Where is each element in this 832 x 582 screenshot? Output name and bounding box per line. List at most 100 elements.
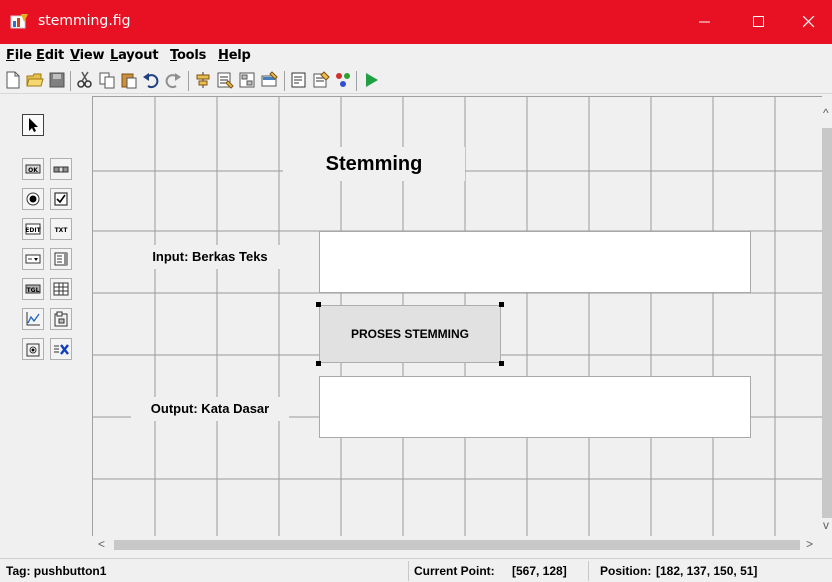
toggle-button-icon: TGL bbox=[25, 284, 41, 294]
save-icon[interactable] bbox=[48, 71, 66, 89]
palette-panel[interactable] bbox=[50, 308, 72, 330]
palette-radio-button[interactable] bbox=[22, 188, 44, 210]
menu-tools[interactable]: Tools bbox=[170, 48, 206, 63]
layout-canvas[interactable]: Stemming Input: Berkas Teks PROSES STEMM… bbox=[92, 96, 822, 536]
scroll-down-arrow[interactable]: v bbox=[823, 518, 829, 532]
checkbox-icon bbox=[54, 192, 68, 206]
palette-table[interactable] bbox=[50, 278, 72, 300]
output-edit-box[interactable] bbox=[319, 376, 751, 438]
input-label[interactable]: Input: Berkas Teks bbox=[131, 245, 289, 269]
toolbar-editor-icon[interactable] bbox=[260, 71, 278, 89]
menu-tools-label: ools bbox=[176, 48, 207, 63]
selection-handle[interactable] bbox=[316, 361, 321, 366]
align-icon[interactable] bbox=[194, 71, 212, 89]
axes-icon bbox=[26, 312, 40, 326]
palette-static-text[interactable]: TXT bbox=[50, 218, 72, 240]
close-icon bbox=[803, 16, 815, 28]
minimize-button[interactable] bbox=[682, 0, 728, 44]
horizontal-scroll-thumb[interactable] bbox=[114, 540, 800, 550]
toolbar-separator bbox=[188, 71, 189, 91]
svg-text:OK: OK bbox=[28, 167, 38, 174]
popup-menu-icon bbox=[25, 254, 41, 264]
title-bar: stemming.fig bbox=[0, 0, 832, 44]
run-icon[interactable] bbox=[362, 71, 380, 89]
app-figure-icon bbox=[10, 14, 28, 29]
activex-icon bbox=[54, 344, 69, 355]
output-label[interactable]: Output: Kata Dasar bbox=[131, 397, 289, 421]
vertical-scrollbar[interactable]: ^ v bbox=[822, 96, 832, 536]
menu-tools-accel: T bbox=[170, 48, 177, 63]
paste-icon[interactable] bbox=[120, 71, 138, 89]
palette-listbox[interactable] bbox=[50, 248, 72, 270]
selection-handle[interactable] bbox=[316, 302, 321, 307]
copy-icon[interactable] bbox=[98, 71, 116, 89]
palette-toggle-button[interactable]: TGL bbox=[22, 278, 44, 300]
maximize-button[interactable] bbox=[736, 0, 782, 44]
palette-button-group[interactable] bbox=[22, 338, 44, 360]
redo-icon[interactable] bbox=[164, 71, 182, 89]
menu-file-accel: F bbox=[6, 48, 15, 63]
status-divider bbox=[408, 561, 409, 581]
object-browser-icon[interactable] bbox=[334, 71, 352, 89]
menu-help-accel: H bbox=[218, 48, 229, 63]
button-group-icon bbox=[26, 343, 40, 357]
menu-file-label: ile bbox=[14, 48, 32, 63]
scroll-left-arrow[interactable]: < bbox=[98, 537, 105, 551]
palette-select-tool[interactable] bbox=[22, 114, 44, 136]
scroll-up-arrow[interactable]: ^ bbox=[823, 106, 829, 120]
heading-text[interactable]: Stemming bbox=[283, 147, 465, 181]
palette-activex[interactable] bbox=[50, 338, 72, 360]
edit-text-icon: EDIT bbox=[25, 223, 41, 235]
menu-layout[interactable]: Layout bbox=[110, 48, 159, 63]
editor-icon[interactable] bbox=[290, 71, 308, 89]
menu-editor-icon[interactable] bbox=[216, 71, 234, 89]
status-divider bbox=[588, 561, 589, 581]
toolbar-separator bbox=[284, 71, 285, 91]
listbox-icon bbox=[54, 252, 68, 266]
static-text-icon: TXT bbox=[55, 227, 69, 234]
vertical-scroll-thumb[interactable] bbox=[822, 128, 832, 518]
palette-checkbox[interactable] bbox=[50, 188, 72, 210]
toolbar-separator bbox=[70, 71, 71, 91]
property-inspector-icon[interactable] bbox=[312, 71, 330, 89]
radio-button-icon bbox=[26, 192, 40, 206]
undo-icon[interactable] bbox=[142, 71, 160, 89]
minimize-icon bbox=[699, 21, 710, 23]
new-icon[interactable] bbox=[4, 71, 22, 89]
menu-edit[interactable]: Edit bbox=[36, 48, 64, 63]
select-arrow-icon bbox=[29, 118, 38, 132]
selection-handle[interactable] bbox=[499, 361, 504, 366]
status-position-label: Position: bbox=[600, 564, 652, 578]
selection-handle[interactable] bbox=[499, 302, 504, 307]
menu-view-label: iew bbox=[79, 48, 105, 63]
push-button-icon: OK bbox=[25, 164, 41, 174]
palette-popup-menu[interactable] bbox=[22, 248, 44, 270]
tab-order-icon[interactable] bbox=[238, 71, 256, 89]
status-bar: Tag: pushbutton1 Current Point: [567, 12… bbox=[0, 558, 832, 582]
palette-slider[interactable] bbox=[50, 158, 72, 180]
menu-file[interactable]: File bbox=[6, 48, 32, 63]
svg-text:TGL: TGL bbox=[27, 287, 40, 294]
open-icon[interactable] bbox=[26, 71, 44, 89]
menu-view[interactable]: View bbox=[70, 48, 105, 63]
palette-push-button[interactable]: OK bbox=[22, 158, 44, 180]
table-icon bbox=[53, 282, 69, 296]
close-button[interactable] bbox=[786, 0, 832, 44]
palette-axes[interactable] bbox=[22, 308, 44, 330]
toolbar bbox=[0, 68, 832, 94]
menu-edit-accel: E bbox=[36, 48, 45, 63]
maximize-icon bbox=[753, 16, 764, 27]
horizontal-scrollbar[interactable]: < > bbox=[92, 536, 822, 554]
menu-help[interactable]: Help bbox=[218, 48, 251, 63]
component-palette: OK EDIT TXT TGL bbox=[14, 104, 90, 544]
palette-edit-text[interactable]: EDIT bbox=[22, 218, 44, 240]
status-position-value: [182, 137, 150, 51] bbox=[656, 564, 758, 578]
proses-stemming-button[interactable]: PROSES STEMMING bbox=[319, 305, 501, 363]
status-current-point-value: [567, 128] bbox=[512, 564, 567, 578]
svg-text:EDIT: EDIT bbox=[25, 227, 41, 234]
cut-icon[interactable] bbox=[76, 71, 94, 89]
menu-help-label: elp bbox=[228, 48, 251, 63]
scroll-right-arrow[interactable]: > bbox=[806, 537, 813, 551]
input-edit-box[interactable] bbox=[319, 231, 751, 293]
slider-icon bbox=[53, 166, 69, 173]
